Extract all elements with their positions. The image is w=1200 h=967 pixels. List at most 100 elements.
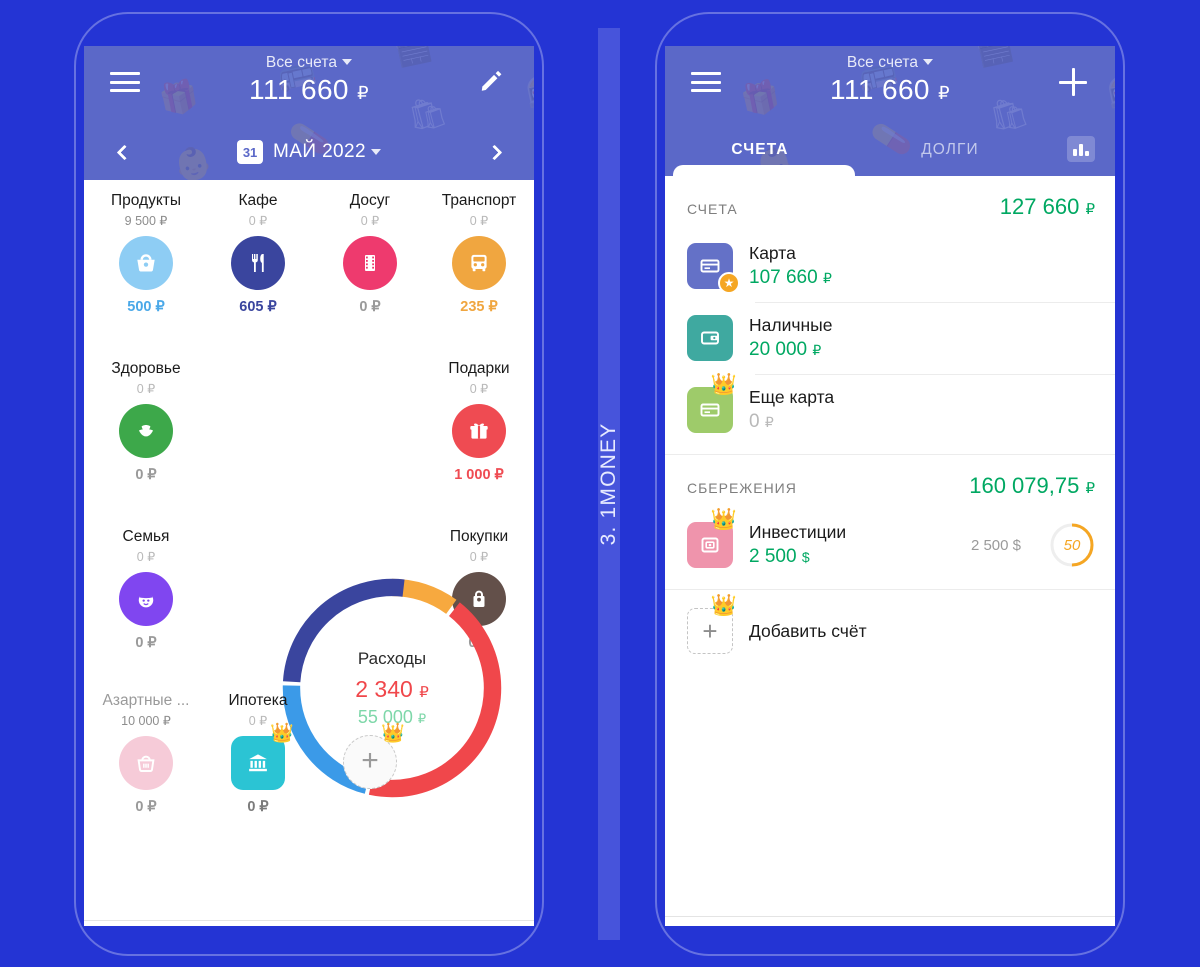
basket-icon [119,736,173,790]
category-amount: 0 ₽ [135,467,157,483]
safe-icon: 👑 [687,509,737,568]
account-row-karta[interactable]: ★ Карта 107 660 ₽ [665,230,1115,302]
add-button[interactable] [1059,68,1089,98]
account-selector[interactable]: Все счета 111 660 ₽ [84,54,534,106]
account-selector-label: Все счета [846,54,919,71]
plus-icon [1059,68,1087,96]
category-name: Здоровье [111,360,181,377]
category-amount: 0 ₽ [247,799,269,815]
account-row-nalichnye[interactable]: Наличные 20 000 ₽ [665,302,1115,374]
edit-button[interactable] [478,68,508,98]
account-row-eshe-karta[interactable]: 👑 Еще карта 0 ₽ [665,374,1115,446]
account-amount: 107 660 ₽ [749,267,832,288]
account-amount: 0 ₽ [749,411,774,432]
plus-icon: + [361,743,379,777]
leaf-icon [119,404,173,458]
category-amount: 0 ₽ [359,299,381,315]
add-account-row[interactable]: 👑 + Добавить счёт [665,590,1115,672]
account-selector[interactable]: Все счета 111 660 ₽ [665,54,1115,106]
star-badge-icon: ★ [718,272,740,294]
category-tile-kafe[interactable]: Кафе 0 ₽ 605 ₽ [202,192,314,315]
category-plan: 0 ₽ [469,382,489,396]
tab-debts[interactable]: ДОЛГИ [855,141,1045,159]
category-name: Азартные ... [102,692,190,709]
bar-chart-icon[interactable] [1067,136,1095,162]
crown-icon: 👑 [270,723,294,744]
category-amount: 235 ₽ [460,299,498,315]
category-tile-ipoteka[interactable]: Ипотека 0 ₽ 👑 0 ₽ [202,692,314,815]
basket-icon [119,236,173,290]
category-tile-azartnye[interactable]: Азартные ... 10 000 ₽ 0 ₽ [90,692,202,815]
category-amount: 1 000 ₽ [454,467,504,483]
category-tile-transport[interactable]: Транспорт 0 ₽ 235 ₽ [420,192,534,315]
category-tile-produkty[interactable]: Продукты 9 500 ₽ 500 ₽ [90,192,202,315]
baby-icon [119,572,173,626]
vertical-brand-label: 3. 1MONEY [597,28,620,940]
crown-icon: 👑 [381,723,405,744]
right-header: 🛒 🎁 🚌 🎬 🏛 🍴 👶 💊 🛍 🎰 Все счета 111 660 ₽ [665,46,1115,176]
category-name: Ипотека [228,692,288,709]
gift-icon [452,404,506,458]
category-amount: 605 ₽ [239,299,277,315]
account-selector-label: Все счета [265,54,338,71]
category-plan: 0 ₽ [469,550,489,564]
donut-title: Расходы [357,648,427,668]
category-tile-semya[interactable]: Семья 0 ₽ 0 ₽ [90,528,202,651]
chevron-down-icon [923,59,934,65]
section-header-accounts: СЧЕТА 127 660 ₽ [665,176,1115,230]
category-plan: 9 500 ₽ [124,214,168,228]
crown-icon: 👑 [710,373,737,396]
account-goal-value: 2 500 $ [970,536,1021,554]
cutlery-icon [231,236,285,290]
accounts-body: СЧЕТА 127 660 ₽ ★ Карта 107 660 ₽ Наличн… [665,176,1115,926]
category-plan: 0 ₽ [248,214,268,228]
category-plan: 0 ₽ [136,382,156,396]
prev-period-button[interactable] [104,134,140,170]
account-amount: 20 000 ₽ [749,339,822,360]
category-plan: 0 ₽ [248,714,268,728]
category-amount: 500 ₽ [127,299,165,315]
chevron-down-icon [342,59,353,65]
header-tabs: СЧЕТА ДОЛГИ [665,124,1115,176]
poster-canvas: 🛒 🎁 🚌 🎬 🏛 🍴 👶 💊 🛍 🎰 Все счета 111 660 ₽ [0,0,1200,967]
add-category-tile[interactable]: 👑 + [314,692,426,789]
vertical-brand-text: 3. 1MONEY [597,422,620,546]
film-icon [343,236,397,290]
pencil-icon [481,70,502,91]
crown-icon: 👑 [710,594,737,617]
left-header: 🛒 🎁 🚌 🎬 🏛 🍴 👶 💊 🛍 🎰 Все счета 111 660 ₽ [84,46,534,180]
category-name: Транспорт [441,192,517,209]
categories-body: Продукты 9 500 ₽ 500 ₽ Кафе 0 ₽ 605 ₽ До… [84,180,534,926]
category-tile-podarki[interactable]: Подарки 0 ₽ 1 000 ₽ [420,360,534,483]
calendar-day-badge: 31 [237,140,264,164]
account-row-investicii[interactable]: 👑 Инвестиции 2 500 $ 2 500 $ 50 [665,509,1115,581]
section-total: 160 079,75 ₽ [969,473,1095,498]
add-account-label: Добавить счёт [749,620,867,641]
crown-icon: 👑 [710,508,737,531]
date-label[interactable]: МАЙ 2022 [273,141,381,163]
category-plan: 10 000 ₽ [121,714,171,728]
category-name: Семья [122,528,170,545]
bus-icon [452,236,506,290]
total-balance: 111 660 ₽ [665,74,1115,106]
credit-card-icon: 👑 [687,374,737,433]
credit-card-icon: ★ [687,243,740,294]
category-name: Продукты [110,192,182,209]
next-period-button[interactable] [478,134,514,170]
right-phone-screen: 🛒 🎁 🚌 🎬 🏛 🍴 👶 💊 🛍 🎰 Все счета 111 660 ₽ [665,46,1115,926]
add-account-button[interactable]: 👑 + [687,595,737,654]
add-category-button[interactable]: 👑 + [343,724,405,789]
section-title: СБЕРЕЖЕНИЯ [687,480,797,496]
bank-icon: 👑 [231,724,294,790]
category-name: Кафе [238,192,278,209]
category-name: Подарки [448,360,510,377]
right-bottom-nav: Счета [665,916,1115,926]
left-bottom-nav: Категории [84,920,534,926]
category-tile-dosug[interactable]: Досуг 0 ₽ 0 ₽ [314,192,426,315]
category-tile-zdorovie[interactable]: Здоровье 0 ₽ 0 ₽ [90,360,202,483]
tab-accounts[interactable]: СЧЕТА [665,141,855,159]
left-phone-screen: 🛒 🎁 🚌 🎬 🏛 🍴 👶 💊 🛍 🎰 Все счета 111 660 ₽ [84,46,534,926]
account-name: Наличные [749,315,833,335]
date-navigator: 31 МАЙ 2022 [84,124,534,180]
currency-symbol: ₽ [357,83,369,103]
